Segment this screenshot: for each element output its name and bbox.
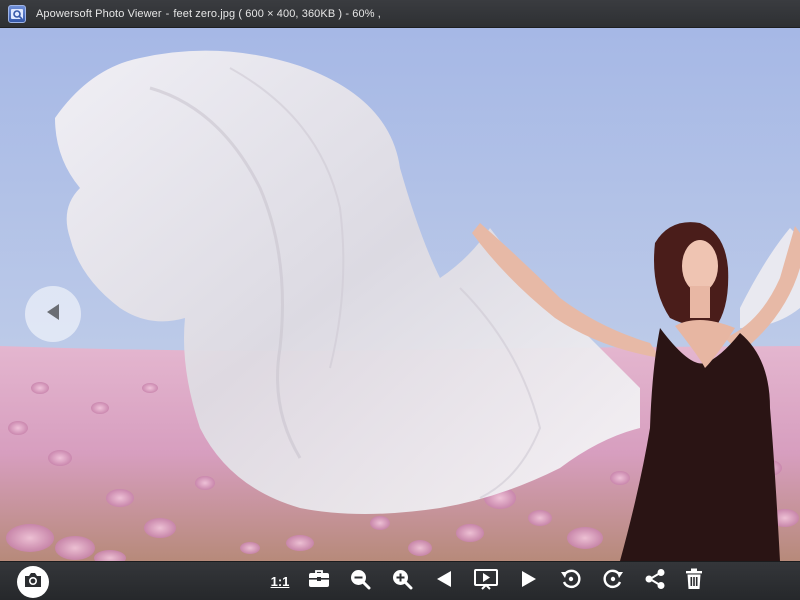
- rotate-right-button[interactable]: [598, 566, 628, 596]
- window-title: Apowersoft Photo Viewer - feet zero.jpg ( …: [36, 8, 381, 20]
- toolbox-icon: [308, 569, 330, 594]
- title-separator: -: [165, 7, 170, 20]
- zoom-in-icon: [391, 568, 413, 595]
- slideshow-icon: [474, 568, 498, 595]
- zoom-out-button[interactable]: [345, 566, 375, 596]
- next-icon: [519, 569, 539, 594]
- bottom-toolbar: 1:1: [0, 561, 800, 600]
- zoom-out-icon: [349, 568, 371, 595]
- screenshot-button[interactable]: [17, 566, 49, 598]
- actual-size-button[interactable]: 1:1: [265, 566, 295, 596]
- zoom-info: - 60% ,: [345, 7, 381, 20]
- actual-size-icon: 1:1: [270, 573, 290, 589]
- previous-image-button[interactable]: [25, 286, 81, 342]
- title-bar: Apowersoft Photo Viewer - feet zero.jpg ( …: [0, 0, 800, 28]
- zoom-in-button[interactable]: [387, 566, 417, 596]
- delete-icon: [685, 568, 703, 595]
- delete-button[interactable]: [679, 566, 709, 596]
- app-logo-icon: [8, 4, 26, 23]
- camera-icon: [23, 571, 43, 594]
- rotate-left-icon: [560, 568, 582, 595]
- chevron-left-icon: [43, 302, 63, 327]
- next-button[interactable]: [514, 566, 544, 596]
- previous-button[interactable]: [429, 566, 459, 596]
- previous-icon: [434, 569, 454, 594]
- file-info: feet zero.jpg ( 600 × 400, 360KB ): [173, 7, 343, 20]
- share-icon: [644, 568, 666, 595]
- slideshow-button[interactable]: [471, 566, 501, 596]
- share-button[interactable]: [640, 566, 670, 596]
- toolbox-button[interactable]: [304, 566, 334, 596]
- app-name: Apowersoft Photo Viewer: [36, 7, 162, 20]
- photo: [0, 28, 800, 561]
- rotate-right-icon: [602, 568, 624, 595]
- rotate-left-button[interactable]: [556, 566, 586, 596]
- image-viewport[interactable]: [0, 28, 800, 561]
